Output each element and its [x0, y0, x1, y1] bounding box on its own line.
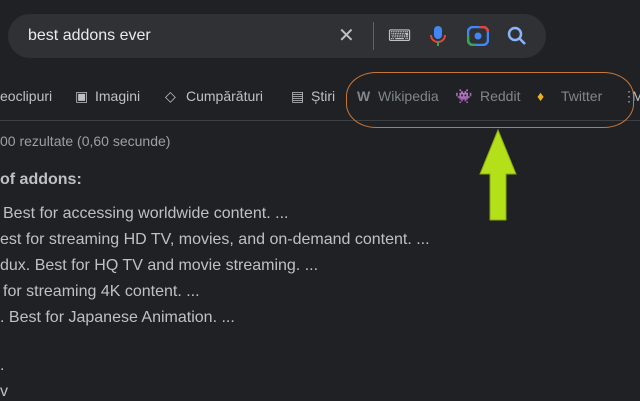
image-icon: ▣	[75, 88, 89, 104]
tab-news[interactable]: Știri	[311, 88, 335, 104]
search-box[interactable]: best addons ever ✕ ⌨	[8, 14, 546, 58]
divider	[373, 22, 374, 50]
list-item: dux. Best for HQ TV and movie streaming.…	[0, 257, 319, 274]
list-item: Best for accessing worldwide content. ..…	[3, 205, 289, 222]
list-item: v	[0, 383, 8, 400]
tab-videos[interactable]: eoclipuri	[0, 88, 52, 104]
list-item: est for streaming HD TV, movies, and on-…	[0, 231, 430, 248]
news-icon: ▤	[291, 88, 305, 104]
search-input[interactable]: best addons ever	[28, 27, 151, 45]
list-item: for streaming 4K content. ...	[3, 283, 200, 300]
tag-icon: ◇	[165, 88, 176, 104]
list-item: .	[0, 357, 5, 374]
tab-shopping[interactable]: Cumpărături	[186, 88, 263, 104]
tab-images[interactable]: Imagini	[95, 88, 140, 104]
search-icon[interactable]	[507, 26, 527, 46]
annotation-arrow-icon	[479, 128, 517, 221]
microphone-icon[interactable]	[430, 25, 446, 47]
list-item: . Best for Japanese Animation. ...	[0, 309, 235, 326]
snippet-heading: of addons:	[0, 171, 82, 188]
camera-lens-icon[interactable]	[467, 26, 489, 46]
clear-icon[interactable]: ✕	[338, 23, 355, 48]
result-stats: 00 rezultate (0,60 secunde)	[0, 133, 171, 149]
annotation-oval	[346, 72, 634, 128]
keyboard-icon[interactable]: ⌨	[388, 26, 411, 46]
